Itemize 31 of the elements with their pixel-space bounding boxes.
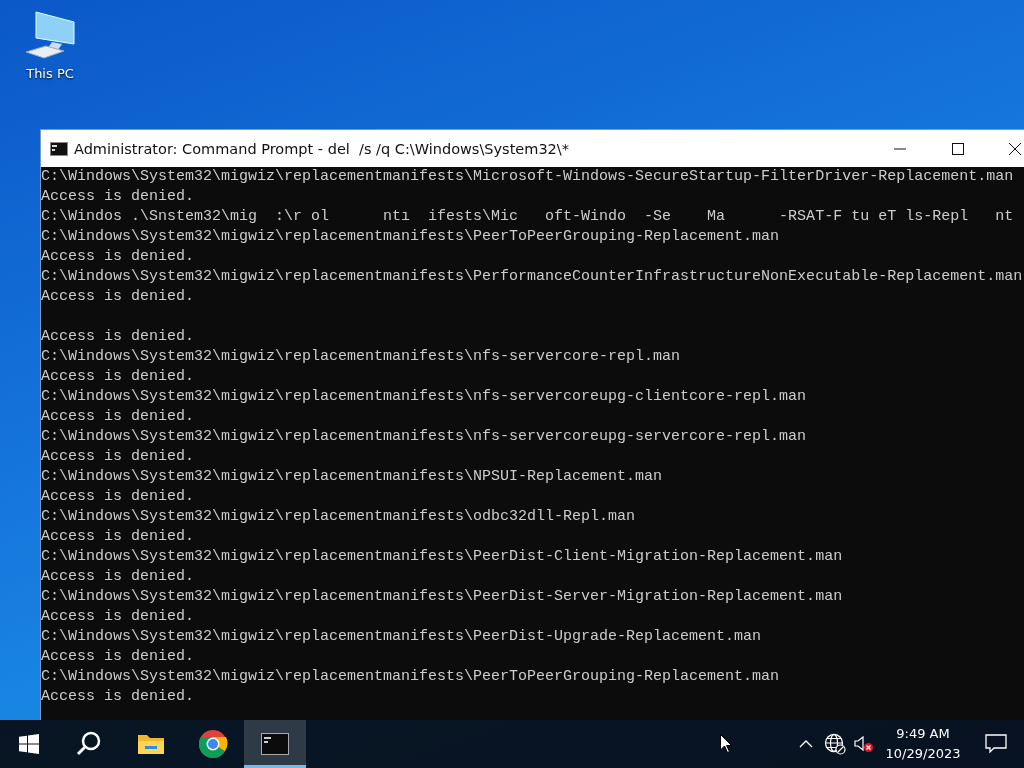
console-line: Access is denied. xyxy=(41,407,195,427)
console-line: Access is denied. xyxy=(41,527,195,547)
console-line: C:\Windows\System32\migwiz\replacementmanifests\nfs-servercoreupg-clientcore-repl.man xyxy=(41,387,807,407)
icon-label: This PC xyxy=(26,66,74,81)
console-line: Access is denied. xyxy=(41,447,195,467)
clock-time: 9:49 AM xyxy=(896,725,950,743)
console-line: C:\Windows\System32\migwiz\replacementmanifests\odbc32dll-Repl.man xyxy=(41,507,636,527)
window-title: Administrator: Command Prompt - del /s /q C:\Windows\System32\* xyxy=(74,140,570,157)
console-line: Access is denied. xyxy=(41,607,195,627)
console-line: C:\Windows\System32\migwiz\replacementmanifests\PeerDist-Client-Migration-Replacement.man xyxy=(41,547,843,567)
console-line: C:\Windows\System32\migwiz\replacementmanifests\PeerToPeerGrouping-Replacement.man xyxy=(41,667,780,687)
console-line: Access is denied. xyxy=(41,247,195,267)
console-line: C:\Windows\System32\migwiz\replacementmanifests\PeerDist-Upgrade-Replacement.man xyxy=(41,627,762,647)
console-line: Access is denied. xyxy=(41,187,195,207)
console-line: C:\Windows\System32\migwiz\replacementmanifests\PerformanceCounterInfrastructureNonExecutable-Replacement.man xyxy=(41,267,1023,287)
console-line: C:\Windows\System32\migwiz\replacementmanifests\PeerToPeerGrouping-Replacement.man xyxy=(41,227,780,247)
console-line: Access is denied. xyxy=(41,567,195,587)
console-line: Access is denied. xyxy=(41,367,195,387)
console-line: C:\Windows\System32\migwiz\replacementmanifests\nfs-servercore-repl.man xyxy=(41,347,681,367)
console-line: C:\Windows\System32\migwiz\replacementmanifests\NPSUI-Replacement.man xyxy=(41,467,663,487)
console-line: Access is denied. xyxy=(41,647,195,667)
console-line: C:\Windows\System32\migwiz\replacementmanifests\nfs-servercoreupg-servercore-repl.man xyxy=(41,427,807,447)
console-line: Access is denied. xyxy=(41,327,195,347)
clock[interactable]: 9:49 AM 10/29/2023 xyxy=(878,720,968,768)
clock-date: 10/29/2023 xyxy=(885,745,961,763)
console-line: C:\Windows\System32\migwiz\replacementmanifests\PeerDist-Server-Migration-Replacement.man xyxy=(41,587,843,607)
console-line: Access is denied. xyxy=(41,687,195,707)
console-line: C:\Windows\System32\migwiz\replacementmanifests\Microsoft-Windows-SecureStartup-FilterDriver-Replacement.man xyxy=(41,167,1014,187)
console-line: Access is denied. xyxy=(41,487,195,507)
console-line: C:\Windos .\Snstem32\mig :\r ol ntı ifests\Mic oft-Windo -Se Ma -RSAT-F tu eT ls-Repl nt xyxy=(41,207,1014,227)
console-line: Access is denied. xyxy=(41,287,195,307)
